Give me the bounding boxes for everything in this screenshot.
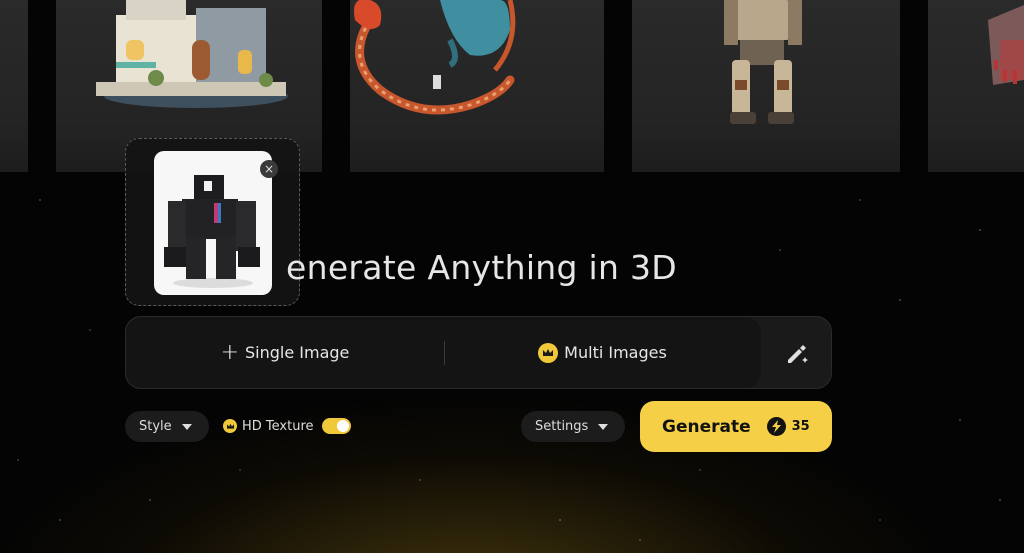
- settings-label: Settings: [535, 419, 589, 434]
- gallery-tile-dragon[interactable]: [350, 0, 604, 172]
- dragon-model-image: [354, 0, 516, 115]
- page: × enerate Anything in 3D + Single Image …: [0, 0, 1024, 553]
- pencil-sparkle-icon: [787, 344, 808, 363]
- caret-down-icon: [598, 423, 609, 430]
- caret-down-icon: [181, 423, 192, 430]
- crown-icon: [223, 419, 237, 433]
- hd-texture-label: HD Texture: [242, 418, 314, 434]
- hd-texture-option: HD Texture: [223, 416, 351, 436]
- lightning-icon: [766, 417, 786, 436]
- multi-images-button[interactable]: Multi Images: [444, 317, 761, 388]
- settings-dropdown[interactable]: Settings: [521, 411, 625, 442]
- robot-model-image: [724, 0, 802, 124]
- style-label: Style: [139, 419, 172, 434]
- multi-images-label: Multi Images: [564, 343, 667, 362]
- gallery-tile-robot[interactable]: [632, 0, 900, 172]
- generate-button[interactable]: Generate 35: [640, 401, 832, 452]
- single-image-label: Single Image: [245, 343, 350, 362]
- plus-icon: +: [220, 339, 240, 365]
- credit-cost: 35: [791, 419, 810, 434]
- hd-texture-toggle[interactable]: [321, 418, 351, 434]
- single-image-button[interactable]: + Single Image: [126, 317, 444, 388]
- uploaded-robot-thumbnail: [154, 151, 272, 295]
- toggle-knob: [336, 420, 349, 432]
- crown-icon: [538, 342, 559, 363]
- page-headline: enerate Anything in 3D: [286, 248, 678, 287]
- gallery-tile-partial-left[interactable]: [0, 0, 28, 172]
- text-prompt-button[interactable]: [761, 317, 832, 388]
- mode-toggle: + Single Image Multi Images: [126, 317, 761, 388]
- gallery-tile-partial-right[interactable]: [928, 0, 1024, 172]
- uploaded-image-preview[interactable]: ×: [125, 138, 300, 306]
- input-mode-bar: + Single Image Multi Images: [125, 316, 832, 389]
- partial-model-image: [988, 5, 1024, 85]
- generate-label: Generate: [662, 416, 751, 437]
- style-dropdown[interactable]: Style: [125, 411, 209, 442]
- remove-image-button[interactable]: ×: [260, 160, 278, 178]
